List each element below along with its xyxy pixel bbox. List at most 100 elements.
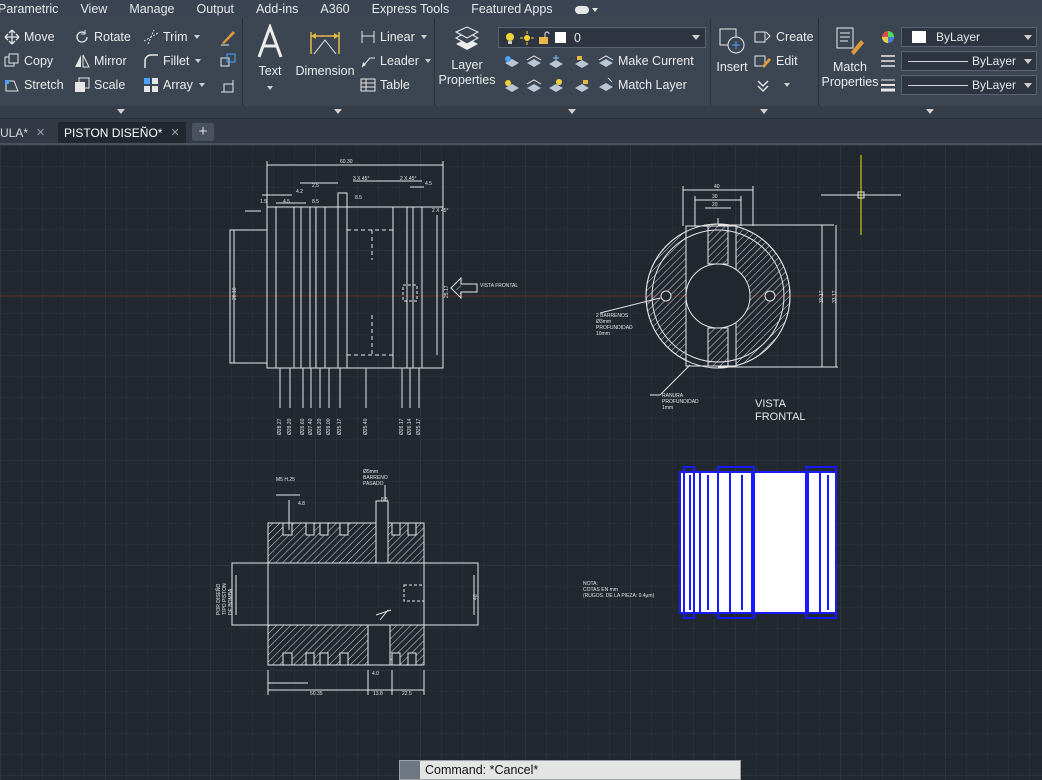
layer-tool-freeze[interactable] xyxy=(548,53,568,71)
close-icon[interactable]: ✕ xyxy=(170,126,179,139)
scale-icon xyxy=(75,77,90,92)
block-panel: Insert Create Edit xyxy=(710,18,819,118)
lineweight-icon xyxy=(881,79,895,92)
table-icon xyxy=(360,78,376,92)
layer-tool-off[interactable] xyxy=(504,53,524,71)
lineweight-sample xyxy=(908,84,968,86)
menu-view[interactable]: View xyxy=(80,2,107,16)
svg-text:33.17: 33.17 xyxy=(832,290,838,303)
text-button[interactable]: Text xyxy=(254,22,286,94)
svg-text:40: 40 xyxy=(714,184,720,190)
color-dropdown[interactable]: ByLayer xyxy=(901,27,1037,47)
menu-express-tools[interactable]: Express Tools xyxy=(372,2,450,16)
block-attribute-button[interactable] xyxy=(756,76,790,94)
tab-ula[interactable]: ULA* ✕ xyxy=(0,122,56,143)
array-button[interactable]: Array xyxy=(143,76,205,94)
linear-dropdown-icon[interactable] xyxy=(420,35,427,39)
trim-button[interactable]: Trim xyxy=(143,28,200,46)
svg-text:M5 H.25: M5 H.25 xyxy=(276,477,295,483)
edit-block-button[interactable]: Edit xyxy=(754,52,798,70)
lineweight-dropdown[interactable]: ByLayer xyxy=(901,75,1037,95)
layer-dropdown[interactable]: 0 xyxy=(498,27,706,48)
move-button[interactable]: Move xyxy=(4,28,55,46)
table-button[interactable]: Table xyxy=(360,76,410,94)
edit-block-icon xyxy=(754,55,771,68)
trim-icon xyxy=(143,29,159,45)
layer-thaw-icon xyxy=(549,79,563,92)
menu-parametric[interactable]: Parametric xyxy=(0,2,58,16)
close-icon[interactable]: ✕ xyxy=(36,126,45,139)
layer-tool-thaw[interactable] xyxy=(548,77,568,95)
svg-text:20: 20 xyxy=(712,202,718,208)
properties-panel-expander[interactable] xyxy=(818,106,1042,118)
create-block-button[interactable]: Create xyxy=(754,28,814,46)
dimension-button[interactable]: Dimension xyxy=(294,24,356,79)
fillet-dropdown-icon[interactable] xyxy=(195,59,202,63)
erase-button[interactable] xyxy=(219,28,241,46)
lineweight-button[interactable] xyxy=(880,76,900,94)
ribbon-toggle-button[interactable] xyxy=(574,2,620,16)
annotation-panel-expander[interactable] xyxy=(242,106,434,118)
menu-a360[interactable]: A360 xyxy=(320,2,349,16)
stretch-button[interactable]: Stretch xyxy=(4,76,64,94)
svg-text:(RUGOS. DE LA PIEZA: 0.4μm): (RUGOS. DE LA PIEZA: 0.4μm) xyxy=(583,593,655,599)
tab-piston-diseno[interactable]: PISTON DISEÑO* ✕ xyxy=(58,122,186,143)
menu-bar: Parametric View Manage Output Add-ins A3… xyxy=(0,0,1042,18)
mirror-button[interactable]: Mirror xyxy=(74,52,127,70)
layer-tool-lock[interactable] xyxy=(574,53,594,71)
trim-dropdown-icon[interactable] xyxy=(193,35,200,39)
svg-text:POR DISEÑO: POR DISEÑO xyxy=(215,583,222,615)
command-line[interactable]: Command: *Cancel* xyxy=(399,760,741,780)
array-dropdown-icon[interactable] xyxy=(198,83,205,87)
rotate-icon xyxy=(76,30,88,43)
scale-button[interactable]: Scale xyxy=(74,76,125,94)
layer-on-icon xyxy=(505,80,519,92)
pill-icon xyxy=(574,5,589,14)
menu-add-ins[interactable]: Add-ins xyxy=(256,2,298,16)
offset-icon xyxy=(221,80,234,93)
linear-dim-icon xyxy=(361,31,375,43)
drawing-canvas[interactable]: 60.302.53 X 45° 2 X 45°4.54.2 1.5 4.5 8.5 … xyxy=(0,145,1042,780)
layer-stack-icon xyxy=(454,26,480,50)
linetype-button[interactable] xyxy=(880,52,900,70)
insert-button[interactable]: Insert xyxy=(714,26,750,75)
svg-text:40: 40 xyxy=(473,594,479,600)
layer-tool-unlock[interactable] xyxy=(574,77,594,95)
match-layer-button[interactable]: Match Layer xyxy=(598,76,687,94)
copy-button[interactable]: Copy xyxy=(4,52,53,70)
rotate-button[interactable]: Rotate xyxy=(74,28,131,46)
linear-button[interactable]: Linear xyxy=(360,28,427,46)
leader-button[interactable]: Leader xyxy=(360,52,431,70)
leader-dropdown-icon[interactable] xyxy=(424,59,431,63)
svg-text:13.8: 13.8 xyxy=(373,691,383,697)
explode-button[interactable] xyxy=(219,52,241,70)
modify-panel-expander[interactable] xyxy=(0,106,242,118)
menu-manage[interactable]: Manage xyxy=(129,2,174,16)
layers-panel-expander[interactable] xyxy=(434,106,710,118)
menu-featured-apps[interactable]: Featured Apps xyxy=(471,2,552,16)
linetype-dropdown[interactable]: ByLayer xyxy=(901,51,1037,71)
leader-icon xyxy=(361,57,375,68)
layer-tool-on[interactable] xyxy=(504,77,524,95)
svg-text:Ø28.20: Ø28.20 xyxy=(287,418,293,435)
fillet-icon xyxy=(144,54,158,68)
layer-tool-isolate[interactable] xyxy=(526,53,546,71)
menu-output[interactable]: Output xyxy=(197,2,235,16)
svg-text:1.5: 1.5 xyxy=(260,199,267,205)
layer-properties-button[interactable]: Layer Properties xyxy=(438,26,496,88)
bulb-icon xyxy=(506,32,514,44)
svg-text:50.35: 50.35 xyxy=(310,691,323,697)
layer-tool-unisolate[interactable] xyxy=(526,77,546,95)
block-panel-expander[interactable] xyxy=(710,106,818,118)
svg-text:Ø25.17: Ø25.17 xyxy=(337,418,343,435)
svg-text:3 X 45°: 3 X 45° xyxy=(353,176,369,182)
new-tab-button[interactable]: + xyxy=(192,123,214,141)
piston-solid-view xyxy=(679,466,837,619)
command-line-grip[interactable] xyxy=(400,761,420,779)
offset-button[interactable] xyxy=(219,76,241,94)
fillet-button[interactable]: Fillet xyxy=(143,52,202,70)
match-properties-button[interactable]: Match Properties xyxy=(820,26,880,90)
color-wheel-button[interactable] xyxy=(880,28,900,46)
attribute-dropdown-icon[interactable] xyxy=(784,83,790,87)
make-current-button[interactable]: Make Current xyxy=(598,52,694,70)
